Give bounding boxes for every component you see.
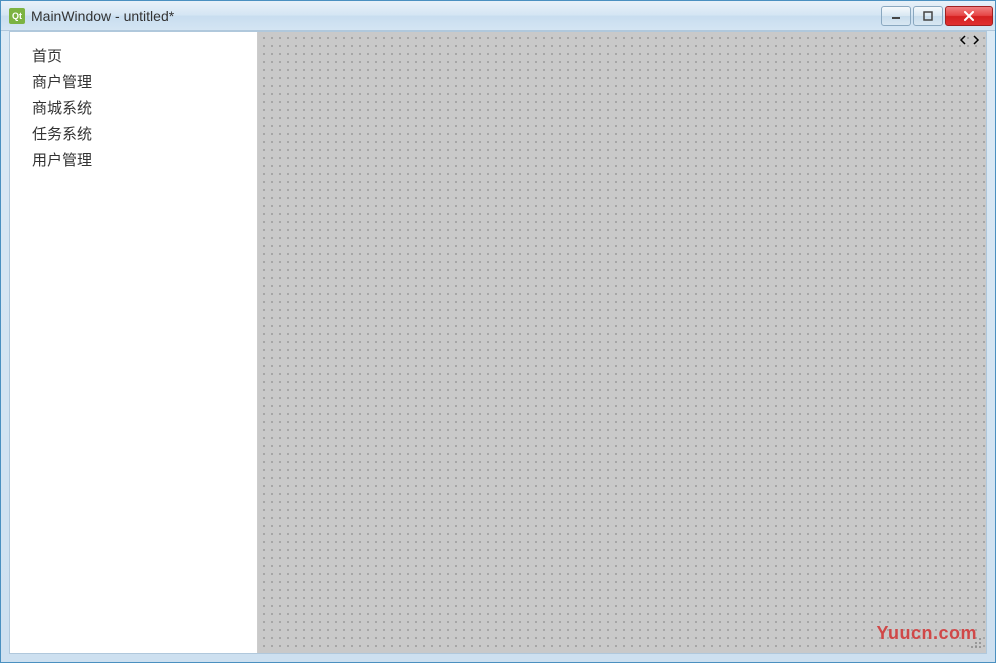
- window-title: MainWindow - untitled*: [31, 8, 881, 24]
- tab-scroll-left-button[interactable]: [958, 34, 969, 45]
- main-window: Qt MainWindow - untitled* 首页 商户管理 商城系统 任…: [0, 0, 996, 663]
- sidebar-item-home[interactable]: 首页: [10, 44, 257, 70]
- tab-scroll-nav: [958, 34, 980, 45]
- qt-app-icon: Qt: [9, 8, 25, 24]
- tab-scroll-right-button[interactable]: [969, 34, 980, 45]
- close-button[interactable]: [945, 6, 993, 26]
- minimize-button[interactable]: [881, 6, 911, 26]
- sidebar-item-merchant[interactable]: 商户管理: [10, 70, 257, 96]
- resize-grip-icon[interactable]: [968, 635, 984, 651]
- maximize-button[interactable]: [913, 6, 943, 26]
- sidebar-list[interactable]: 首页 商户管理 商城系统 任务系统 用户管理: [10, 32, 258, 653]
- sidebar-item-mall[interactable]: 商城系统: [10, 96, 257, 122]
- designer-canvas[interactable]: [258, 32, 986, 653]
- sidebar-item-user[interactable]: 用户管理: [10, 148, 257, 174]
- sidebar-item-task[interactable]: 任务系统: [10, 122, 257, 148]
- window-controls: [881, 6, 993, 26]
- titlebar[interactable]: Qt MainWindow - untitled*: [1, 1, 995, 31]
- client-area: 首页 商户管理 商城系统 任务系统 用户管理: [9, 31, 987, 654]
